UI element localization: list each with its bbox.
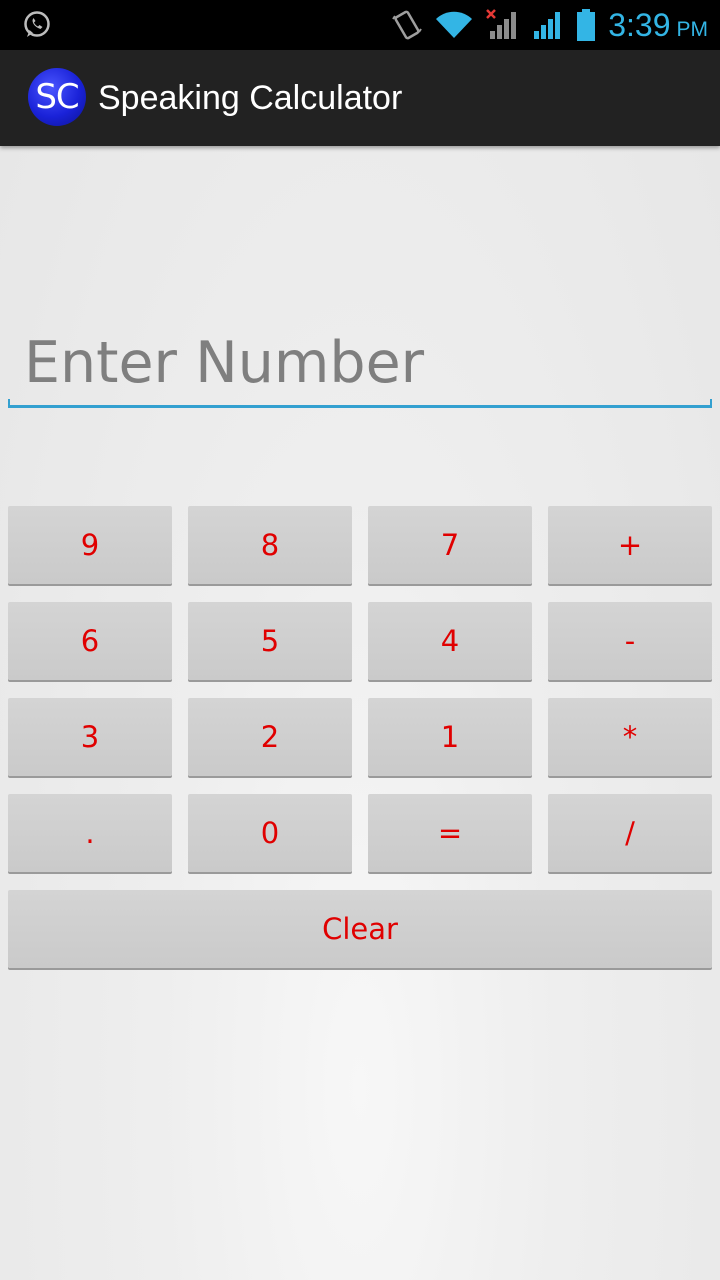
signal-no-sim-icon bbox=[486, 9, 520, 41]
key-plus[interactable]: + bbox=[548, 506, 712, 584]
key-divide[interactable]: / bbox=[548, 794, 712, 872]
wifi-icon bbox=[434, 10, 474, 40]
signal-icon bbox=[532, 9, 564, 41]
key-4[interactable]: 4 bbox=[368, 602, 532, 680]
input-underline-tick-left bbox=[8, 399, 10, 407]
key-minus[interactable]: - bbox=[548, 602, 712, 680]
key-3[interactable]: 3 bbox=[8, 698, 172, 776]
input-underline bbox=[8, 405, 712, 408]
key-9[interactable]: 9 bbox=[8, 506, 172, 584]
vibrate-icon bbox=[392, 8, 423, 42]
clock-time: 3:39 bbox=[608, 6, 671, 43]
app-title: Speaking Calculator bbox=[98, 79, 403, 117]
input-underline-tick-right bbox=[710, 399, 712, 407]
key-multiply[interactable]: * bbox=[548, 698, 712, 776]
key-0[interactable]: 0 bbox=[188, 794, 352, 872]
number-input[interactable] bbox=[8, 318, 712, 408]
key-5[interactable]: 5 bbox=[188, 602, 352, 680]
key-8[interactable]: 8 bbox=[188, 506, 352, 584]
key-equals[interactable]: = bbox=[368, 794, 532, 872]
clear-button[interactable]: Clear bbox=[8, 890, 712, 968]
status-clock: 3:39 PM bbox=[608, 7, 708, 44]
action-bar: SC Speaking Calculator bbox=[0, 50, 720, 146]
key-1[interactable]: 1 bbox=[368, 698, 532, 776]
app-logo-text: SC bbox=[35, 77, 79, 117]
key-7[interactable]: 7 bbox=[368, 506, 532, 584]
key-decimal[interactable]: . bbox=[8, 794, 172, 872]
status-bar: 3:39 PM bbox=[0, 0, 720, 50]
battery-icon bbox=[576, 8, 596, 42]
keypad: 9 8 7 + 6 5 4 - 3 2 1 * . 0 = / bbox=[8, 506, 712, 872]
clock-ampm: PM bbox=[676, 17, 709, 41]
key-2[interactable]: 2 bbox=[188, 698, 352, 776]
whatsapp-icon bbox=[22, 10, 52, 40]
app-logo-icon[interactable]: SC bbox=[28, 68, 86, 126]
key-6[interactable]: 6 bbox=[8, 602, 172, 680]
